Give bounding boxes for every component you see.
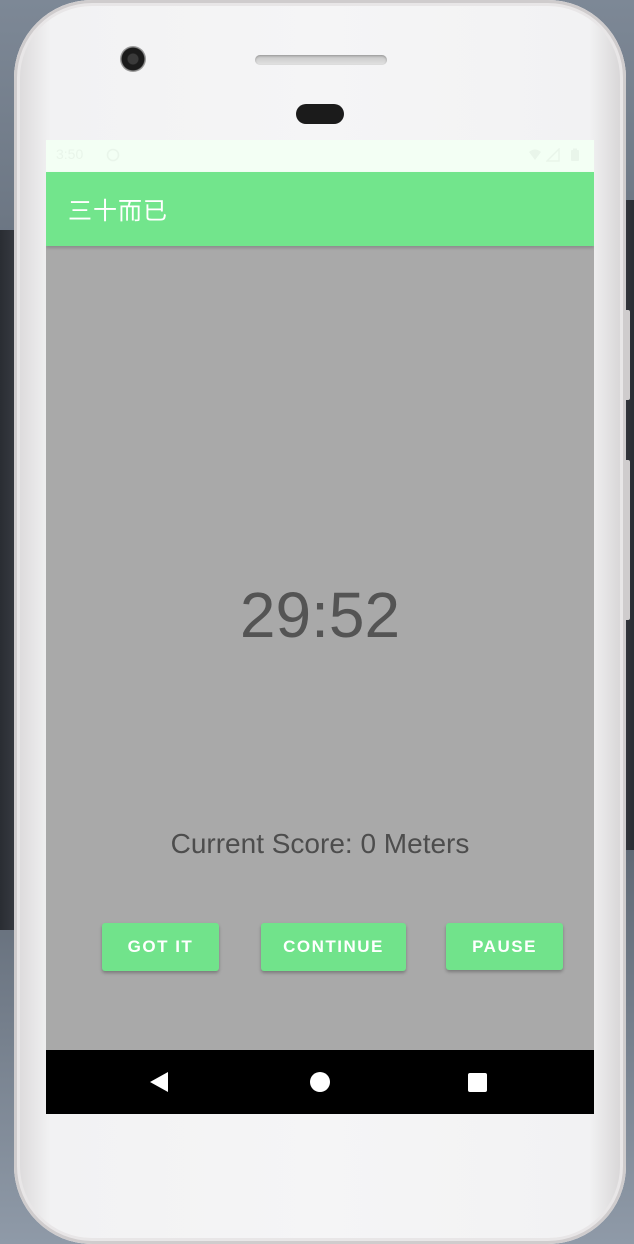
got-it-button[interactable]: GOT IT bbox=[102, 923, 219, 971]
wifi-icon bbox=[529, 149, 541, 160]
earpiece-speaker bbox=[255, 55, 387, 65]
app-bar: 三十而已 bbox=[46, 172, 594, 246]
device-screen: 3:50 三十而已 29:52 Current Score: 0 Meters … bbox=[46, 140, 594, 1114]
home-icon[interactable] bbox=[310, 1072, 330, 1092]
power-button bbox=[624, 310, 630, 400]
current-score-label: Current Score: 0 Meters bbox=[170, 828, 470, 859]
battery-icon bbox=[571, 148, 579, 161]
recents-icon[interactable] bbox=[468, 1073, 487, 1092]
status-time: 3:50 bbox=[56, 146, 84, 162]
pause-button[interactable]: PAUSE bbox=[446, 923, 563, 970]
continue-button[interactable]: CONTINUE bbox=[261, 923, 406, 971]
navigation-bar bbox=[46, 1050, 594, 1114]
app-title: 三十而已 bbox=[68, 197, 168, 225]
signal-icon bbox=[546, 148, 560, 162]
volume-button bbox=[624, 460, 630, 620]
front-camera bbox=[120, 46, 146, 72]
proximity-sensor bbox=[296, 104, 344, 124]
notification-icon bbox=[106, 148, 120, 162]
countdown-timer: 29:52 bbox=[239, 579, 401, 651]
back-icon[interactable] bbox=[150, 1072, 168, 1092]
status-bar: 3:50 bbox=[46, 140, 594, 172]
